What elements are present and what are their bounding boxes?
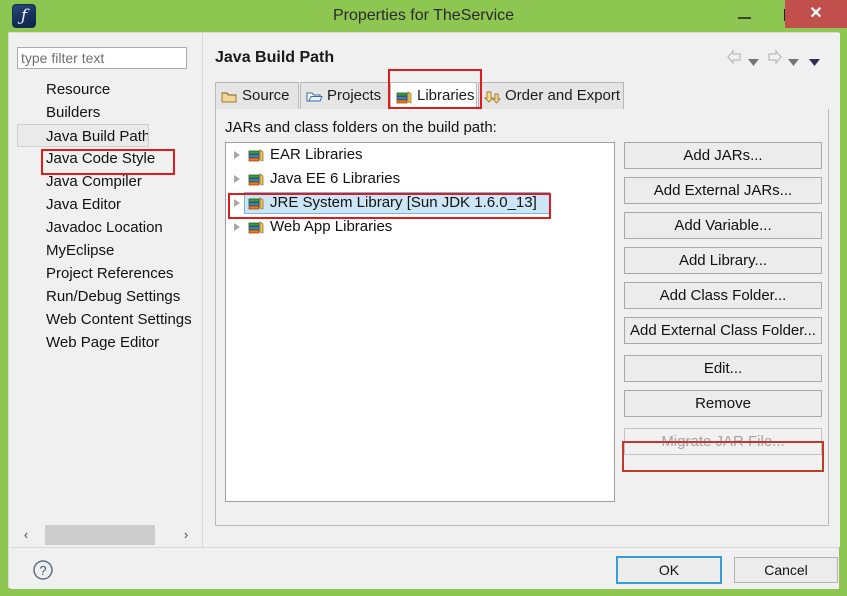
tab-label: Source xyxy=(242,87,290,104)
tab-label: Order and Export xyxy=(505,87,621,104)
sidebar-item-label: Java Build Path xyxy=(46,128,149,145)
edit-button[interactable]: Edit... xyxy=(624,355,822,382)
sidebar-item-run-debug-settings[interactable]: Run/Debug Settings xyxy=(17,285,195,308)
build-path-tree[interactable]: EAR Libraries Java EE 6 Libraries JRE Sy… xyxy=(225,142,615,502)
sidebar-item-java-build-path[interactable]: Java Build Path xyxy=(17,124,149,147)
chevron-down-icon[interactable] xyxy=(748,53,759,66)
sidebar-item-java-code-style[interactable]: Java Code Style xyxy=(17,147,195,170)
settings-sidebar: Resource Builders Java Build Path Java C… xyxy=(10,34,196,546)
tree-row-label: JRE System Library [Sun JDK 1.6.0_13] xyxy=(270,194,537,211)
package-folder-icon xyxy=(221,88,238,104)
sidebar-tree: Resource Builders Java Build Path Java C… xyxy=(17,78,195,354)
sidebar-item-resource[interactable]: Resource xyxy=(17,78,195,101)
tree-row-label: Web App Libraries xyxy=(270,218,393,235)
remove-button[interactable]: Remove xyxy=(624,390,822,417)
sidebar-item-web-content-settings[interactable]: Web Content Settings xyxy=(17,308,195,331)
library-books-icon xyxy=(248,195,266,211)
add-variable-button[interactable]: Add Variable... xyxy=(624,212,822,239)
sidebar-item-label: Project References xyxy=(46,265,174,282)
tab-order-and-export[interactable]: Order and Export xyxy=(478,82,624,109)
tab-projects[interactable]: Projects xyxy=(300,82,389,109)
tab-label: Libraries xyxy=(417,87,475,104)
tab-libraries[interactable]: Libraries xyxy=(390,82,477,110)
sidebar-divider xyxy=(202,33,203,547)
libraries-tab-page: JARs and class folders on the build path… xyxy=(215,109,829,526)
dialog-footer: ? OK Cancel xyxy=(10,547,839,589)
sidebar-item-label: Web Page Editor xyxy=(46,334,160,351)
add-external-jars-button[interactable]: Add External JARs... xyxy=(624,177,822,204)
add-class-folder-button[interactable]: Add Class Folder... xyxy=(624,282,822,309)
sidebar-item-label: Builders xyxy=(46,104,101,121)
tree-row-label: EAR Libraries xyxy=(270,146,363,163)
scrollbar-thumb[interactable] xyxy=(45,525,155,545)
library-books-icon xyxy=(248,147,266,163)
chevron-right-icon[interactable] xyxy=(234,175,240,183)
sidebar-item-builders[interactable]: Builders xyxy=(17,101,195,124)
jars-description-label: JARs and class folders on the build path… xyxy=(225,119,497,136)
arrow-right-icon[interactable] xyxy=(766,49,783,65)
add-external-class-folder-button[interactable]: Add External Class Folder... xyxy=(624,317,822,344)
window-title: Properties for TheService xyxy=(332,7,515,24)
close-button[interactable]: ✕ xyxy=(785,0,847,28)
scroll-left-icon[interactable]: ‹ xyxy=(17,524,35,546)
add-jars-button[interactable]: Add JARs... xyxy=(624,142,822,169)
sidebar-item-label: Java Code Style xyxy=(46,150,156,167)
tab-label: Projects xyxy=(327,87,382,104)
chevron-right-icon[interactable] xyxy=(234,151,240,159)
sidebar-item-java-editor[interactable]: Java Editor xyxy=(17,193,195,216)
title-bar: ƒ Properties for TheService ✕ xyxy=(0,0,847,32)
navigation-toolbar xyxy=(724,47,834,69)
chevron-down-icon[interactable] xyxy=(788,53,799,66)
migrate-jar-file-button: Migrate JAR File... xyxy=(624,428,822,455)
library-books-icon xyxy=(248,171,266,187)
sidebar-item-label: MyEclipse xyxy=(46,242,115,259)
sidebar-item-label: Resource xyxy=(46,81,111,98)
tree-row-jre-system-library[interactable]: JRE System Library [Sun JDK 1.6.0_13] xyxy=(226,191,614,215)
sidebar-item-java-compiler[interactable]: Java Compiler xyxy=(17,170,195,193)
properties-dialog-window: ƒ Properties for TheService ✕ Resource B… xyxy=(0,0,847,596)
sidebar-item-myeclipse[interactable]: MyEclipse xyxy=(17,239,195,262)
sidebar-item-javadoc-location[interactable]: Javadoc Location xyxy=(17,216,195,239)
tree-row-label: Java EE 6 Libraries xyxy=(270,170,401,187)
minimize-icon xyxy=(738,17,751,19)
help-question-icon[interactable]: ? xyxy=(32,559,54,581)
sidebar-item-project-references[interactable]: Project References xyxy=(17,262,195,285)
minimize-button[interactable] xyxy=(722,0,767,28)
sidebar-item-label: Java Editor xyxy=(46,196,122,213)
sidebar-item-label: Run/Debug Settings xyxy=(46,288,181,305)
dialog-body: Resource Builders Java Build Path Java C… xyxy=(8,32,840,589)
page-title: Java Build Path xyxy=(215,49,335,66)
tree-row-java-ee-6-libraries[interactable]: Java EE 6 Libraries xyxy=(226,167,614,191)
chevron-down-icon[interactable] xyxy=(809,53,820,66)
tab-source[interactable]: Source xyxy=(215,82,299,109)
library-books-icon xyxy=(396,88,413,104)
chevron-right-icon[interactable] xyxy=(234,223,240,231)
ok-button[interactable]: OK xyxy=(616,556,722,584)
chevron-right-icon[interactable] xyxy=(234,199,240,207)
sidebar-item-web-page-editor[interactable]: Web Page Editor xyxy=(17,331,195,354)
arrow-left-icon[interactable] xyxy=(726,49,743,65)
add-library-button[interactable]: Add Library... xyxy=(624,247,822,274)
filter-input[interactable] xyxy=(17,47,187,69)
content-pane: Java Build Path Source Projects Librarie… xyxy=(204,33,840,547)
cancel-button[interactable]: Cancel xyxy=(734,557,838,583)
close-icon: ✕ xyxy=(809,5,823,22)
svg-text:?: ? xyxy=(39,563,46,578)
tree-row-web-app-libraries[interactable]: Web App Libraries xyxy=(226,215,614,239)
order-arrows-icon xyxy=(483,88,501,104)
open-folder-icon xyxy=(306,88,323,104)
sidebar-item-label: Java Compiler xyxy=(46,173,142,190)
tab-strip: Source Projects Libraries Order and Expo… xyxy=(215,82,829,110)
scroll-right-icon[interactable]: › xyxy=(177,524,195,546)
sidebar-horizontal-scrollbar[interactable]: ‹ › xyxy=(17,524,195,546)
sidebar-item-label: Javadoc Location xyxy=(46,219,163,236)
library-books-icon xyxy=(248,219,266,235)
tree-row-ear-libraries[interactable]: EAR Libraries xyxy=(226,143,614,167)
sidebar-item-label: Web Content Settings xyxy=(46,311,192,328)
build-path-actions: Add JARs... Add External JARs... Add Var… xyxy=(624,142,822,463)
